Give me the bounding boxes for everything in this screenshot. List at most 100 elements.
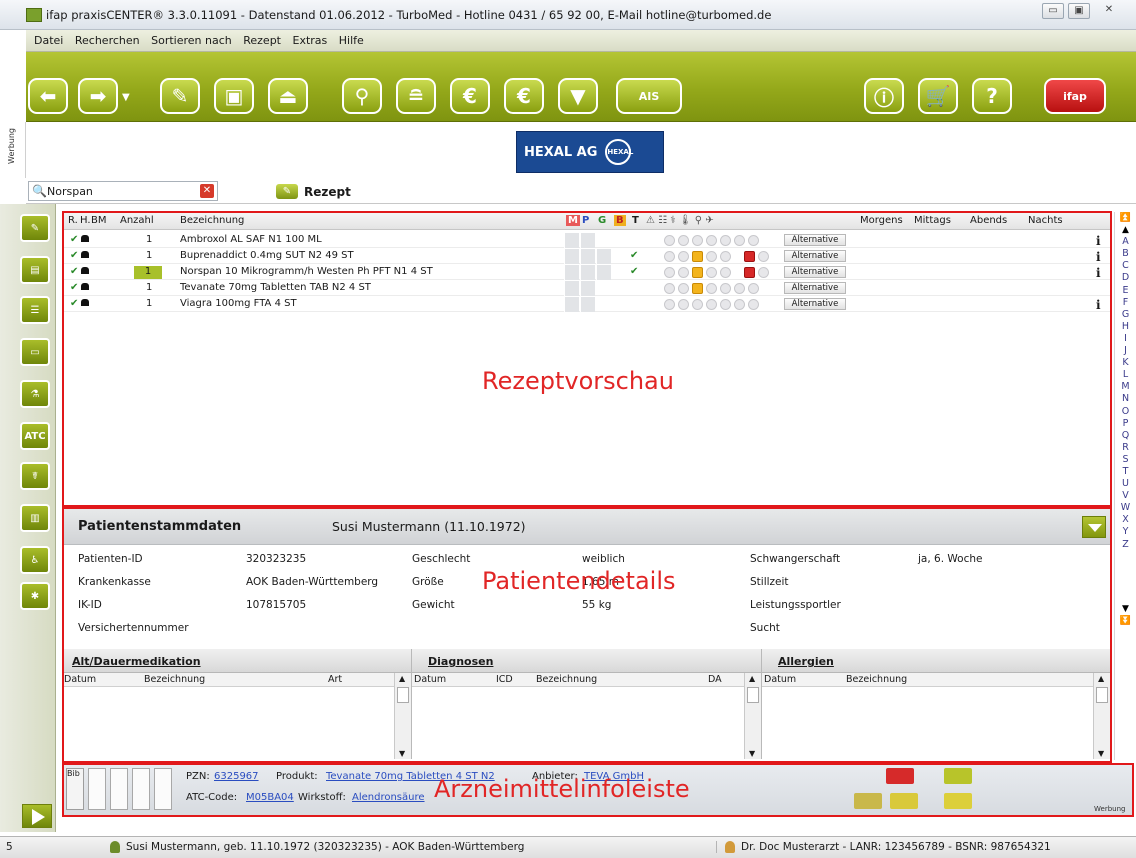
col-bezeichnung[interactable]: Bezeichnung bbox=[846, 674, 907, 685]
alpha-f[interactable]: F bbox=[1115, 297, 1136, 309]
help-button[interactable]: ? bbox=[972, 78, 1012, 114]
interaction-icon[interactable] bbox=[734, 283, 745, 294]
scrollbar[interactable]: ▲ ▼ bbox=[1093, 673, 1110, 759]
col-t[interactable]: T bbox=[632, 215, 639, 226]
back-button[interactable]: ⬅ bbox=[28, 78, 68, 114]
interaction-icon[interactable] bbox=[678, 267, 689, 278]
table-row[interactable]: ✔ 1 Tevanate 70mg Tabletten TAB N2 4 ST … bbox=[64, 281, 1110, 296]
menu-recherchen[interactable]: Recherchen bbox=[75, 34, 140, 47]
interaction-icon[interactable] bbox=[720, 251, 731, 262]
scrollbar[interactable]: ▲ ▼ bbox=[744, 673, 761, 759]
menu-hilfe[interactable]: Hilfe bbox=[339, 34, 364, 47]
table-row[interactable]: ✔ 1 Buprenaddict 0.4mg SUT N2 49 ST ✔ Al… bbox=[64, 249, 1110, 264]
interaction-icon[interactable] bbox=[678, 283, 689, 294]
scrollbar[interactable]: ▲ ▼ bbox=[394, 673, 411, 759]
interaction-icon[interactable] bbox=[678, 235, 689, 246]
filter-button[interactable]: ▼ bbox=[558, 78, 598, 114]
scroll-down-icon[interactable]: ▼ bbox=[1098, 749, 1104, 758]
monitor-button[interactable]: ▣ bbox=[214, 78, 254, 114]
sidebar-flask-button[interactable]: ⚗ bbox=[20, 380, 50, 408]
scroll-up-icon[interactable]: ▲ bbox=[1115, 224, 1136, 236]
table-row[interactable]: ✔ 1 Norspan 10 Mikrogramm/h Westen Ph PF… bbox=[64, 265, 1110, 280]
interaction-icon[interactable] bbox=[748, 235, 759, 246]
play-button[interactable] bbox=[22, 804, 52, 828]
alpha-b[interactable]: B bbox=[1115, 248, 1136, 260]
alpha-o[interactable]: O bbox=[1115, 406, 1136, 418]
menu-datei[interactable]: Datei bbox=[34, 34, 63, 47]
rezept-check-icon[interactable]: ✔ bbox=[70, 234, 90, 245]
bib-slot[interactable]: Bib bbox=[66, 768, 84, 810]
sidebar-card-button[interactable]: ▤ bbox=[20, 256, 50, 284]
alpha-g[interactable]: G bbox=[1115, 309, 1136, 321]
alternative-button[interactable]: Alternative bbox=[784, 250, 846, 262]
sidebar-accessibility-button[interactable]: ♿ bbox=[20, 546, 50, 574]
interaction-icon[interactable] bbox=[678, 251, 689, 262]
slot[interactable] bbox=[154, 768, 172, 810]
scroll-down-icon[interactable]: ▼ bbox=[749, 749, 755, 758]
close-button[interactable]: ✕ bbox=[1098, 3, 1120, 19]
atc-link[interactable]: M05BA04 bbox=[246, 792, 294, 803]
interaction-icon[interactable] bbox=[706, 299, 717, 310]
search-button[interactable]: ⚲ bbox=[342, 78, 382, 114]
menu-sortieren[interactable]: Sortieren nach bbox=[151, 34, 232, 47]
forward-button[interactable]: ➡ bbox=[78, 78, 118, 114]
interaction-icon[interactable] bbox=[706, 235, 717, 246]
interaction-icon[interactable] bbox=[758, 251, 769, 262]
sidebar-atc-button[interactable]: ATC bbox=[20, 422, 50, 450]
alternative-button[interactable]: Alternative bbox=[784, 282, 846, 294]
col-bezeichnung[interactable]: Bezeichnung bbox=[180, 215, 244, 226]
rezept-button[interactable]: ✎ bbox=[160, 78, 200, 114]
col-morgens[interactable]: Morgens bbox=[860, 215, 903, 226]
interaction-icon[interactable] bbox=[678, 299, 689, 310]
price-compare-button[interactable]: € bbox=[504, 78, 544, 114]
price-button[interactable]: € bbox=[450, 78, 490, 114]
col-datum[interactable]: Datum bbox=[764, 674, 796, 685]
col-r[interactable]: R. bbox=[68, 215, 78, 226]
info-button[interactable]: ⓘ bbox=[864, 78, 904, 114]
sidebar-rezept-button[interactable]: ✎ bbox=[20, 214, 50, 242]
rx-red-icon[interactable] bbox=[886, 768, 914, 784]
sidebar-pill-button[interactable]: ▭ bbox=[20, 338, 50, 366]
rezept-check-icon[interactable]: ✔ bbox=[70, 282, 90, 293]
col-g[interactable]: G bbox=[598, 215, 606, 226]
interaction-icon[interactable] bbox=[664, 283, 675, 294]
alpha-z[interactable]: Z bbox=[1115, 539, 1136, 551]
col-bezeichnung[interactable]: Bezeichnung bbox=[536, 674, 597, 685]
interaction-icon[interactable] bbox=[758, 267, 769, 278]
interaction-icon[interactable] bbox=[692, 235, 703, 246]
pzn-link[interactable]: 6325967 bbox=[214, 771, 259, 782]
slot[interactable] bbox=[110, 768, 128, 810]
minimize-button[interactable]: ▭ bbox=[1042, 3, 1064, 19]
alpha-i[interactable]: I bbox=[1115, 333, 1136, 345]
ais-button[interactable]: AIS bbox=[616, 78, 682, 114]
warning-icon[interactable] bbox=[692, 251, 703, 262]
rezept-check-icon[interactable]: ✔ bbox=[70, 298, 90, 309]
sidebar-factory-button[interactable]: ▥ bbox=[20, 504, 50, 532]
alternative-button[interactable]: Alternative bbox=[784, 234, 846, 246]
history-dropdown-icon[interactable]: ▼ bbox=[122, 92, 130, 103]
diagnosen-title[interactable]: Diagnosen bbox=[412, 649, 761, 673]
alpha-t[interactable]: T bbox=[1115, 466, 1136, 478]
sidebar-stethoscope-button[interactable]: ☤ bbox=[20, 462, 50, 490]
col-abends[interactable]: Abends bbox=[970, 215, 1007, 226]
scroll-down-icon[interactable]: ▼ bbox=[399, 749, 405, 758]
interaction-icon[interactable] bbox=[706, 283, 717, 294]
interaction-icon[interactable] bbox=[734, 299, 745, 310]
slot[interactable] bbox=[132, 768, 150, 810]
slot[interactable] bbox=[88, 768, 106, 810]
alert-icon[interactable] bbox=[744, 251, 755, 262]
rezept-check-icon[interactable]: ✔ bbox=[70, 266, 90, 277]
col-bm[interactable]: BM bbox=[91, 215, 107, 226]
interaction-icon[interactable] bbox=[748, 299, 759, 310]
alpha-j[interactable]: J bbox=[1115, 345, 1136, 357]
search-input[interactable]: 🔍 Norspan ✕ bbox=[28, 181, 218, 201]
mail-icon[interactable] bbox=[890, 793, 918, 809]
interaction-icon[interactable] bbox=[748, 283, 759, 294]
scroll-up-icon[interactable]: ▲ bbox=[1098, 674, 1104, 683]
col-bezeichnung[interactable]: Bezeichnung bbox=[144, 674, 205, 685]
warning-icon[interactable] bbox=[692, 267, 703, 278]
wirkstoff-link[interactable]: Alendronsäure bbox=[352, 792, 425, 803]
menu-rezept[interactable]: Rezept bbox=[243, 34, 281, 47]
alpha-c[interactable]: C bbox=[1115, 260, 1136, 272]
interaction-icon[interactable] bbox=[720, 235, 731, 246]
